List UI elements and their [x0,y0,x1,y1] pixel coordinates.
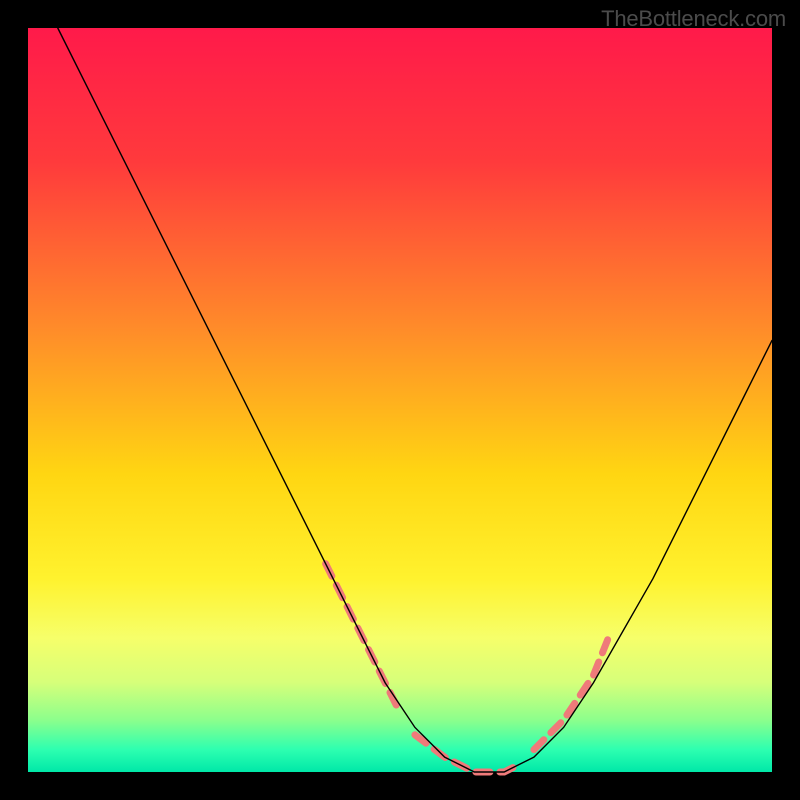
chart-container: TheBottleneck.com [0,0,800,800]
watermark-text: TheBottleneck.com [601,6,786,32]
highlight-segments [326,564,609,772]
plot-area [28,28,772,772]
bottleneck-curve [58,28,772,772]
curve-layer [28,28,772,772]
